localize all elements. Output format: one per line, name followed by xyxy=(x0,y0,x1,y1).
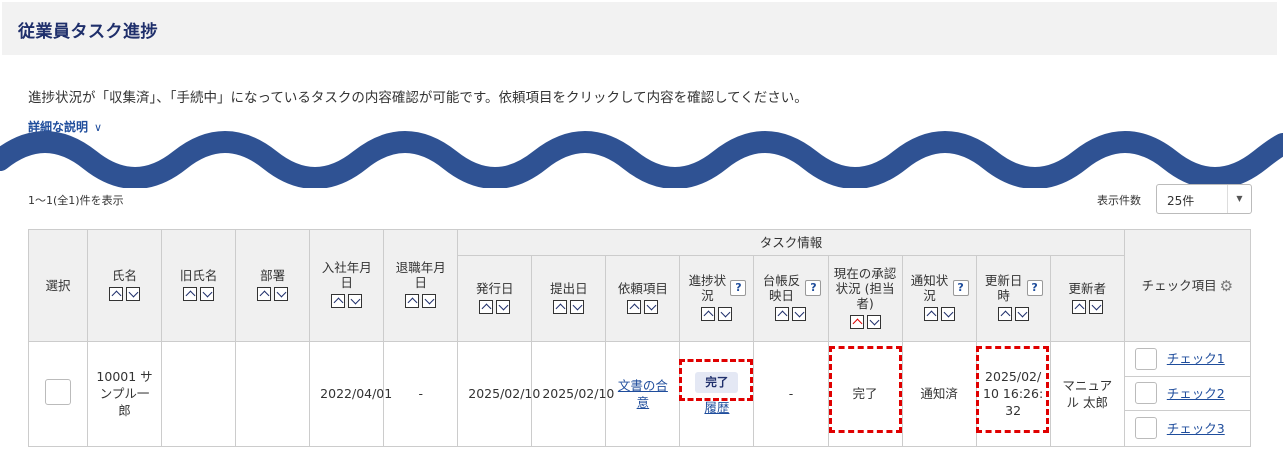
sort-asc-icon[interactable] xyxy=(405,294,420,308)
sort-desc-icon[interactable] xyxy=(570,299,585,314)
cell-request-item: 文書の合意 xyxy=(605,341,681,447)
table-row: 10001 サンプル一郎 2022/04/01 - 2025/02/10 202… xyxy=(27,341,1252,447)
sort-desc-icon[interactable] xyxy=(274,286,289,301)
sort-desc-icon[interactable] xyxy=(348,294,363,308)
col-progress: 進捗状況? xyxy=(679,255,755,342)
status-badge: 完了 xyxy=(695,371,739,393)
history-link[interactable]: 履歴 xyxy=(704,400,729,415)
cell-issue-date: 2025/02/10 xyxy=(457,341,540,447)
col-old-name: 旧氏名 xyxy=(161,229,237,342)
col-group-task-info: タスク情報 xyxy=(457,229,1125,256)
sort-asc-icon[interactable] xyxy=(109,286,124,301)
col-check-items: チェック項目 ⚙ xyxy=(1123,229,1252,342)
page-header: 従業員タスク進捗 xyxy=(2,2,1277,55)
sort-asc-icon[interactable] xyxy=(479,299,494,314)
help-icon[interactable]: ? xyxy=(730,280,747,296)
col-select: 選択 xyxy=(27,229,89,342)
sort-desc-icon[interactable] xyxy=(1014,307,1029,321)
col-name: 氏名 xyxy=(87,229,163,342)
check-item: チェック1 xyxy=(1124,342,1250,377)
check-item-checkbox[interactable] xyxy=(1134,347,1157,370)
sort-desc-icon[interactable] xyxy=(940,307,955,321)
col-request-item: 依頼項目 xyxy=(605,255,681,342)
cell-department xyxy=(235,341,311,447)
sort-desc-icon[interactable] xyxy=(792,307,807,321)
help-icon[interactable]: ? xyxy=(805,280,822,296)
cell-ledger: - xyxy=(753,341,829,447)
col-submit-date: 提出日 xyxy=(531,255,607,342)
result-count: 1〜1(全1)件を表示 xyxy=(28,194,124,207)
col-hire-date: 入社年月日 xyxy=(309,229,385,342)
check-item-link[interactable]: チェック2 xyxy=(1167,385,1225,402)
sort-desc-icon[interactable] xyxy=(126,286,141,301)
col-leave-date: 退職年月日 xyxy=(383,229,459,342)
sort-asc-icon[interactable] xyxy=(701,307,716,321)
page-title: 従業員タスク進捗 xyxy=(18,22,158,42)
col-ledger: 台帳反映日? xyxy=(753,255,829,342)
per-page-value: 25件 xyxy=(1167,194,1195,208)
sort-asc-icon[interactable] xyxy=(997,307,1012,321)
per-page-label: 表示件数 xyxy=(1097,194,1141,207)
sort-asc-icon[interactable] xyxy=(849,314,864,329)
cell-old-name xyxy=(161,341,237,447)
col-department: 部署 xyxy=(235,229,311,342)
cell-approval: 完了 xyxy=(827,341,903,447)
sort-asc-icon[interactable] xyxy=(923,307,938,321)
col-notify: 通知状況? xyxy=(901,255,977,342)
help-icon[interactable]: ? xyxy=(1026,280,1043,296)
cell-progress: 完了 履歴 xyxy=(679,341,755,447)
col-approval: 現在の承認状況 (担当者) xyxy=(827,255,903,342)
torn-edge-wave xyxy=(0,131,1283,188)
sort-asc-icon[interactable] xyxy=(183,286,198,301)
cell-updater: マニュアル 太郎 xyxy=(1049,341,1125,447)
sort-asc-icon[interactable] xyxy=(331,294,346,308)
col-updater: 更新者 xyxy=(1049,255,1125,342)
per-page-select[interactable]: 25件 ▼ xyxy=(1156,184,1252,214)
sort-asc-icon[interactable] xyxy=(553,299,568,314)
cell-name: 10001 サンプル一郎 xyxy=(87,341,163,447)
sort-desc-icon[interactable] xyxy=(422,294,437,308)
col-updated-at: 更新日時? xyxy=(975,255,1051,342)
caret-down-icon[interactable]: ▼ xyxy=(1227,185,1251,213)
sort-desc-icon[interactable] xyxy=(496,299,511,314)
page-description: 進捗状況が「収集済」、「手続中」になっているタスクの内容確認が可能です。依頼項目… xyxy=(28,90,808,106)
check-item-link[interactable]: チェック3 xyxy=(1167,420,1225,437)
sort-desc-icon[interactable] xyxy=(200,286,215,301)
sort-desc-icon[interactable] xyxy=(718,307,733,321)
help-icon[interactable]: ? xyxy=(952,280,969,296)
cell-submit-date: 2025/02/10 xyxy=(531,341,614,447)
sort-asc-icon[interactable] xyxy=(775,307,790,321)
cell-updated-at: 2025/02/10 16:26:32 xyxy=(975,341,1051,447)
row-select-checkbox[interactable] xyxy=(45,378,72,405)
check-item: チェック3 xyxy=(1125,411,1250,446)
check-item-checkbox[interactable] xyxy=(1134,417,1157,440)
sort-asc-icon[interactable] xyxy=(1071,299,1086,314)
request-item-link[interactable]: 文書の合意 xyxy=(618,378,668,410)
gear-icon[interactable]: ⚙ xyxy=(1220,278,1233,294)
check-item: チェック2 xyxy=(1124,377,1250,412)
task-table: 選択 氏名 旧氏名 部署 入社年月日 退職年月日 タスク情報 チェック項目 ⚙ 発… xyxy=(27,229,1252,447)
check-item-link[interactable]: チェック1 xyxy=(1167,350,1225,367)
cell-select xyxy=(27,341,89,447)
sort-desc-icon[interactable] xyxy=(1088,299,1103,314)
col-issue-date: 発行日 xyxy=(457,255,533,342)
cell-notify: 通知済 xyxy=(901,341,977,447)
cell-leave-date: - xyxy=(383,341,459,447)
sort-desc-icon[interactable] xyxy=(644,299,659,314)
cell-hire-date: 2022/04/01 xyxy=(309,341,392,447)
sort-asc-icon[interactable] xyxy=(257,286,272,301)
sort-asc-icon[interactable] xyxy=(627,299,642,314)
sort-desc-icon[interactable] xyxy=(866,314,881,329)
check-item-checkbox[interactable] xyxy=(1134,382,1157,405)
cell-check-items: チェック1 チェック2 チェック3 xyxy=(1123,341,1252,447)
